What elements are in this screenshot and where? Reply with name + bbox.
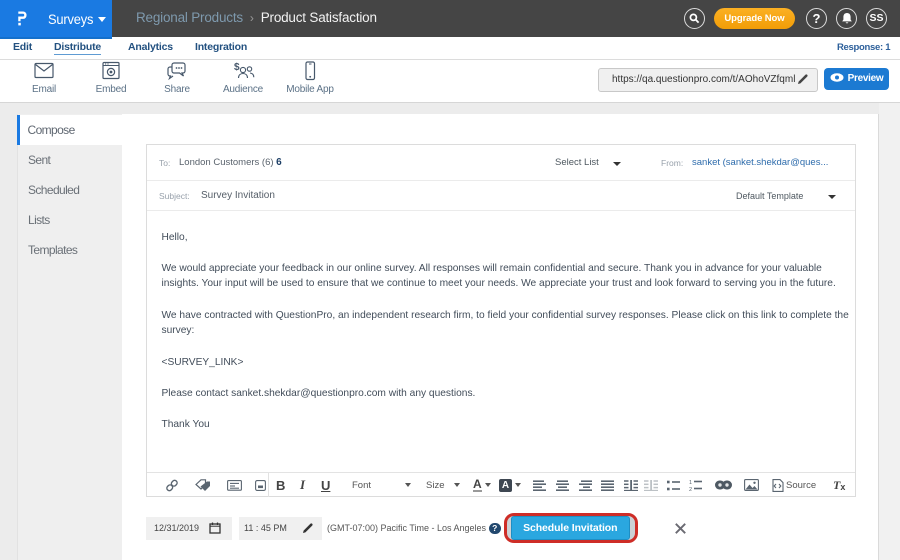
svg-text:1: 1 xyxy=(689,480,692,486)
svg-text:2: 2 xyxy=(689,487,692,491)
svg-text:$: $ xyxy=(234,62,240,73)
